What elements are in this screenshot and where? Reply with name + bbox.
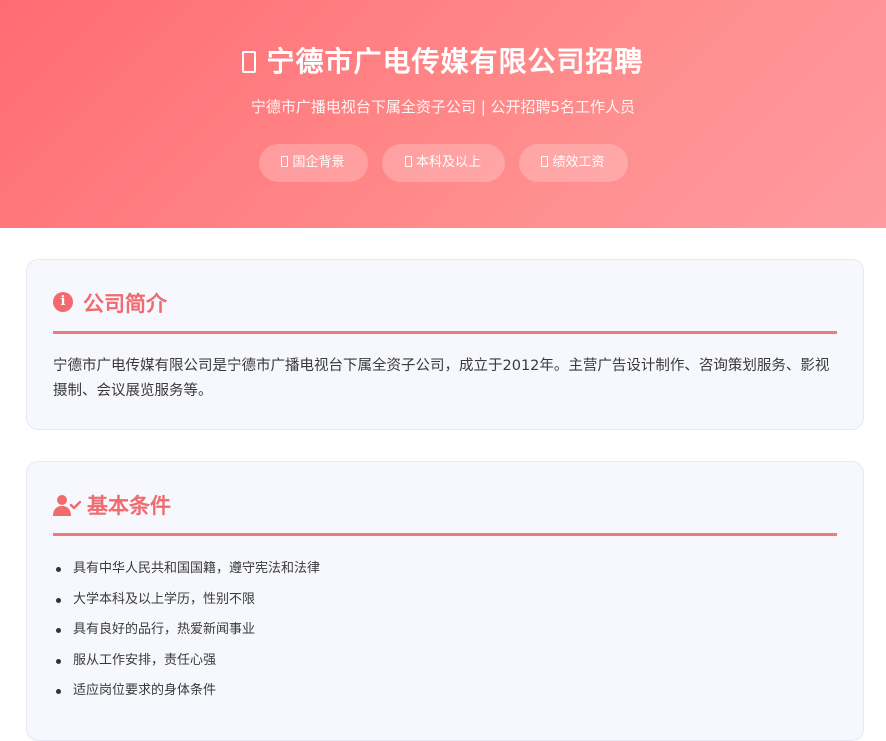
- tag-label: 国企背景: [292, 155, 345, 170]
- section-title: 公司简介: [83, 292, 167, 316]
- section-header: 基本条件: [53, 490, 837, 536]
- page-title: 宁德市广电传媒有限公司招聘: [0, 44, 886, 80]
- list-item: 服从工作安排，责任心强: [53, 646, 320, 677]
- tag-label: 绩效工资: [552, 155, 605, 170]
- company-intro-text: 宁德市广电传媒有限公司是宁德市广播电视台下属全资子公司，成立于2012年。主营广…: [53, 358, 830, 399]
- list-item: 大学本科及以上学历，性别不限: [53, 585, 320, 616]
- info-icon: i: [53, 292, 77, 316]
- user-check-icon: [53, 494, 82, 518]
- box-glyph-icon: [242, 51, 257, 73]
- tag-state-owned: 国企背景: [258, 144, 368, 182]
- list-item: 具有良好的品行，热爱新闻事业: [53, 615, 320, 646]
- requirements-list: 具有中华人民共和国国籍，遵守宪法和法律 大学本科及以上学历，性别不限 具有良好的…: [53, 554, 320, 707]
- requirements-card: 基本条件 具有中华人民共和国国籍，遵守宪法和法律 大学本科及以上学历，性别不限 …: [26, 461, 864, 741]
- section-header: i 公司简介: [53, 288, 837, 334]
- company-intro-card: i 公司简介 宁德市广电传媒有限公司是宁德市广播电视台下属全资子公司，成立于20…: [26, 259, 864, 430]
- hero-banner: 宁德市广电传媒有限公司招聘 宁德市广播电视台下属全资子公司 | 公开招聘5名工作…: [0, 0, 886, 228]
- section-title: 基本条件: [87, 494, 171, 518]
- list-item: 适应岗位要求的身体条件: [53, 676, 320, 707]
- page-subtitle: 宁德市广播电视台下属全资子公司 | 公开招聘5名工作人员: [250, 98, 636, 116]
- tag-list: 国企背景 本科及以上 绩效工资: [0, 144, 886, 182]
- box-glyph-icon: [541, 156, 549, 167]
- list-item: 具有中华人民共和国国籍，遵守宪法和法律: [53, 554, 320, 585]
- box-glyph-icon: [404, 156, 412, 167]
- tag-education: 本科及以上: [381, 144, 505, 182]
- box-glyph-icon: [281, 156, 289, 167]
- tag-salary: 绩效工资: [518, 144, 628, 182]
- page-title-text: 宁德市广电传媒有限公司招聘: [266, 45, 644, 78]
- tag-label: 本科及以上: [415, 155, 481, 170]
